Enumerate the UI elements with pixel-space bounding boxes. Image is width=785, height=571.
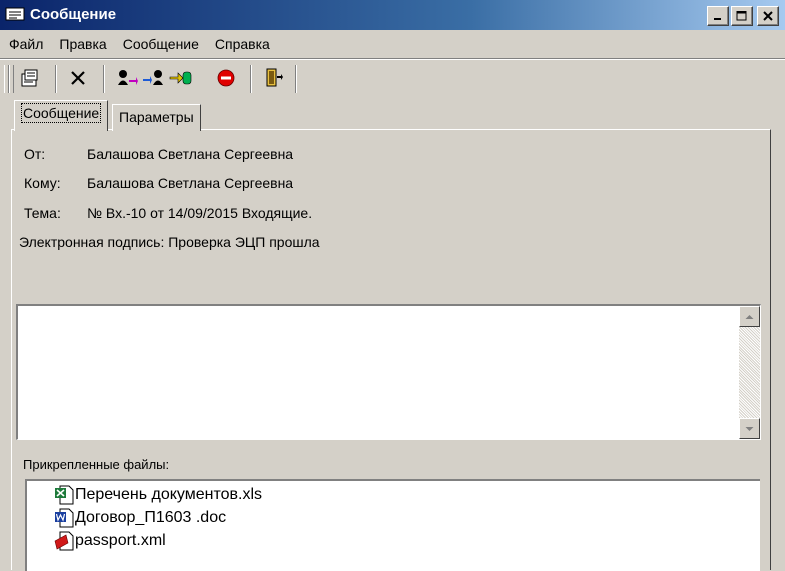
title-bar[interactable]: Сообщение bbox=[0, 0, 785, 30]
delete-icon bbox=[71, 71, 85, 85]
toolbar-separator bbox=[103, 65, 105, 93]
reply-all-button[interactable] bbox=[142, 66, 166, 90]
reply-button[interactable] bbox=[115, 66, 139, 90]
toolbar-separator bbox=[55, 65, 57, 93]
scroll-up-button[interactable] bbox=[739, 306, 760, 327]
menu-file[interactable]: Файл bbox=[0, 31, 51, 57]
attachment-name: passport.xml bbox=[75, 532, 166, 549]
attachment-item[interactable]: Перечень документов.xls bbox=[54, 484, 262, 506]
attachments-label: Прикрепленные файлы: bbox=[23, 457, 170, 472]
properties-icon bbox=[21, 69, 38, 87]
to-label: Кому: bbox=[24, 175, 61, 191]
minimize-icon bbox=[714, 18, 721, 20]
forward-button[interactable] bbox=[169, 66, 193, 90]
maximize-button[interactable] bbox=[731, 6, 753, 26]
from-value: Балашова Светлана Сергеевна bbox=[87, 146, 294, 162]
tab-message[interactable]: Сообщение bbox=[14, 100, 109, 131]
subject-value: № Вх.-10 от 14/09/2015 Входящие. bbox=[87, 205, 313, 221]
menu-bar: Файл Правка Сообщение Справка bbox=[0, 31, 785, 57]
minimize-button[interactable] bbox=[707, 6, 729, 26]
exit-icon bbox=[266, 68, 283, 87]
toolbar bbox=[0, 58, 785, 97]
message-body-field[interactable] bbox=[16, 304, 761, 440]
attachment-name: Перечень документов.xls bbox=[75, 486, 263, 503]
menu-message[interactable]: Сообщение bbox=[115, 31, 207, 57]
subject-label: Тема: bbox=[24, 205, 61, 221]
window-title: Сообщение bbox=[30, 6, 117, 23]
tab-parameters[interactable]: Параметры bbox=[112, 104, 201, 131]
excel-file-icon bbox=[55, 485, 74, 505]
reply-all-icon bbox=[143, 70, 163, 85]
toolbar-separator bbox=[250, 65, 252, 93]
word-file-icon bbox=[55, 508, 74, 528]
from-label: От: bbox=[24, 146, 46, 162]
attachment-name: Договор_П1603 .doc bbox=[75, 509, 227, 526]
to-value: Балашова Светлана Сергеевна bbox=[87, 175, 294, 191]
close-button[interactable] bbox=[757, 6, 779, 26]
close-icon bbox=[763, 11, 773, 21]
scroll-down-button[interactable] bbox=[739, 418, 760, 439]
forward-icon bbox=[169, 71, 192, 85]
toolbar-grip[interactable] bbox=[9, 65, 14, 93]
vertical-scrollbar[interactable] bbox=[739, 306, 760, 439]
xml-file-icon bbox=[54, 531, 74, 551]
message-window: Сообщение Файл Правка Сообщение Справка bbox=[0, 0, 785, 571]
exit-button[interactable] bbox=[262, 66, 286, 90]
reply-icon bbox=[118, 70, 138, 85]
menu-edit[interactable]: Правка bbox=[51, 31, 114, 57]
tab-parameters-label: Параметры bbox=[119, 109, 194, 125]
attachment-item[interactable]: Договор_П1603 .doc bbox=[54, 507, 226, 529]
attachment-item[interactable]: passport.xml bbox=[54, 530, 166, 552]
delete-button[interactable] bbox=[66, 66, 90, 90]
stop-button[interactable] bbox=[214, 66, 238, 90]
arrow-up-icon bbox=[745, 314, 754, 319]
menu-help[interactable]: Справка bbox=[207, 31, 278, 57]
arrow-down-icon bbox=[745, 426, 754, 431]
stop-icon bbox=[217, 69, 235, 87]
toolbar-separator bbox=[295, 65, 297, 93]
signature-status: Электронная подпись: Проверка ЭЦП прошла bbox=[19, 234, 320, 250]
maximize-icon bbox=[736, 11, 747, 21]
properties-button[interactable] bbox=[18, 66, 42, 90]
envelope-icon bbox=[5, 7, 25, 25]
attachments-list[interactable]: Перечень документов.xls Договор_П1603 .d… bbox=[25, 479, 760, 571]
tab-message-label: Сообщение bbox=[21, 103, 102, 123]
